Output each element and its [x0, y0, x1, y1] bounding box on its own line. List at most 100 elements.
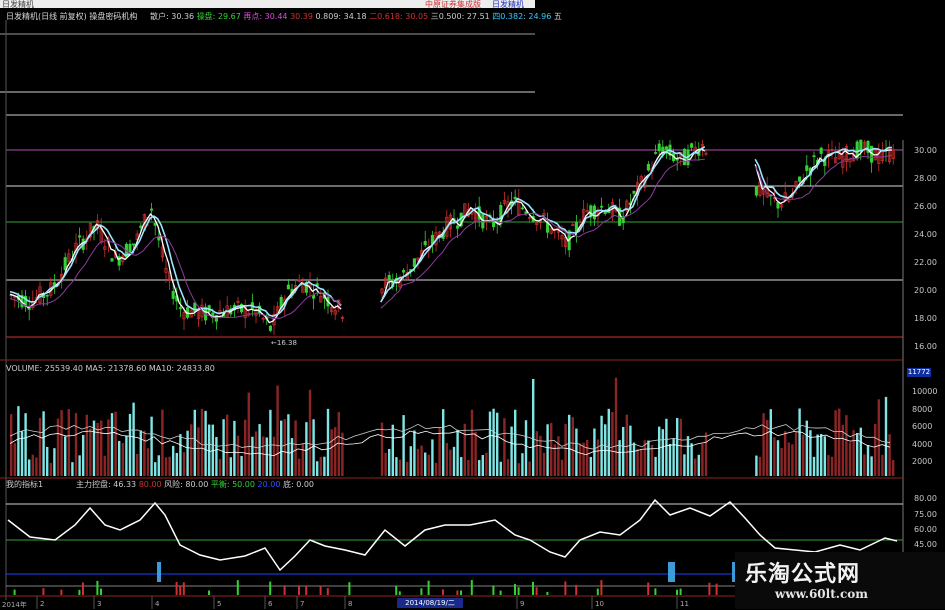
volume-bar	[157, 455, 160, 476]
signal-bar	[517, 587, 520, 595]
volume-bar	[474, 431, 477, 476]
volume-bar	[334, 427, 337, 476]
indicator-name[interactable]: 我的指标1	[6, 480, 43, 490]
indicator-value-0: 散户: 30.36	[150, 12, 197, 21]
volume-bar	[85, 414, 88, 476]
volume-bar	[161, 409, 164, 476]
candle-body	[157, 236, 161, 241]
watermark-url: www.60lt.com	[775, 587, 868, 601]
volume-bar	[870, 456, 873, 476]
volume-bar	[478, 460, 481, 476]
volume-bar	[316, 461, 319, 476]
volume-bar	[402, 415, 405, 476]
volume-bar	[532, 378, 535, 476]
candle-body	[387, 274, 391, 280]
signal-bar	[470, 580, 473, 595]
indicator-value-3: 30.39	[290, 12, 316, 21]
volume-bar	[258, 424, 261, 476]
volume-bar	[535, 431, 538, 476]
volume-bar	[380, 422, 384, 476]
volume-bar	[132, 402, 135, 476]
volume-bar	[460, 457, 463, 476]
volume-bar	[485, 452, 488, 476]
volume-bar	[884, 396, 888, 476]
volume-bar	[442, 409, 445, 476]
price-axis-label: 16.00	[914, 342, 937, 351]
volume-bar	[812, 456, 816, 476]
volume-bar	[337, 412, 340, 476]
volume-bar	[294, 420, 297, 476]
volume-bar	[539, 435, 542, 476]
signal-bar	[575, 584, 578, 595]
price-axis-label: 28.00	[914, 174, 937, 183]
volume-bar	[208, 424, 211, 476]
volume-bar	[517, 463, 520, 476]
volume-bar	[143, 430, 146, 476]
volume-bar	[787, 442, 790, 476]
volume-bar	[150, 416, 153, 476]
indicator-value-5: 二0.618: 30.05	[369, 12, 431, 21]
signal-bar	[715, 583, 718, 595]
volume-bar	[492, 408, 495, 476]
volume-legend: VOLUME: 25539.40 MA5: 21378.60 MA10: 248…	[6, 364, 215, 373]
volume-bar	[222, 419, 225, 476]
candle-body	[654, 152, 658, 154]
volume-bar	[823, 436, 826, 476]
volume-bar	[564, 423, 567, 476]
indicator-legend-item-0: 主力控盘: 46.33	[76, 480, 139, 489]
volume-bar	[791, 444, 794, 476]
cursor-date: 2014/08/19/二	[397, 598, 463, 608]
month-label: 8	[348, 600, 353, 608]
volume-bar	[164, 457, 168, 476]
volume-bar	[64, 436, 67, 476]
volume-bar	[694, 458, 697, 476]
volume-bar	[330, 429, 333, 476]
volume-bar	[280, 420, 283, 476]
volume-bar	[42, 411, 45, 476]
volume-bar	[838, 408, 841, 476]
signal-bar	[600, 580, 603, 595]
volume-bar	[24, 413, 27, 476]
signal-bar	[326, 588, 329, 595]
indicator-value-6: 三0.500: 27.51	[430, 12, 493, 21]
indicator-value-7: 四0.382: 24.96	[492, 12, 554, 21]
volume-bar	[625, 414, 628, 476]
volume-bar	[71, 462, 74, 476]
volume-bar	[38, 417, 42, 476]
signal-bar	[456, 590, 459, 595]
volume-bar	[244, 419, 247, 476]
volume-bar	[218, 459, 222, 476]
volume-bar	[805, 420, 808, 476]
volume-bar	[168, 456, 171, 476]
volume-bar	[863, 454, 866, 476]
volume-bar	[557, 436, 560, 476]
volume-bar	[204, 410, 207, 476]
volume-bar	[247, 392, 250, 476]
volume-bar	[892, 460, 895, 476]
volume-bar	[28, 459, 31, 476]
chart-canvas[interactable]	[0, 0, 945, 609]
signal-bar	[348, 582, 351, 595]
volume-bar	[668, 443, 672, 476]
stock-name-tab[interactable]: 日发精机	[492, 0, 524, 10]
price-axis-label: 22.00	[914, 258, 937, 267]
signal-bar	[708, 582, 711, 595]
signal-bar	[398, 591, 401, 595]
month-label: 6	[268, 600, 273, 608]
volume-bar	[762, 413, 765, 476]
month-label: 11	[680, 600, 689, 608]
candle-body	[754, 185, 758, 196]
volume-axis-label: 8000	[912, 404, 933, 414]
volume-bar	[323, 456, 326, 476]
month-label: 7	[300, 600, 305, 608]
volume-bar	[654, 456, 657, 476]
volume-bar	[596, 439, 600, 476]
volume-bar	[852, 430, 855, 476]
volume-bar	[647, 440, 650, 476]
signal-bar	[298, 586, 300, 595]
candle-body	[139, 225, 143, 228]
candle-body	[646, 163, 650, 171]
candle-body	[45, 294, 49, 297]
broker-title: 中原证券集成版	[425, 0, 481, 9]
indicator-axis-label: 75.00	[914, 510, 937, 519]
